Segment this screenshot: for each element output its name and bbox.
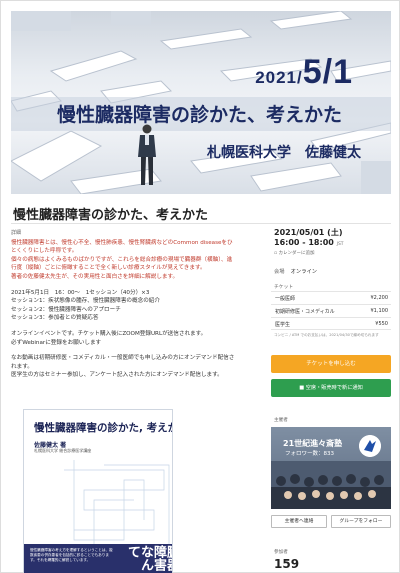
intro-line: 行度（縦軸）ごとに俯瞰することで全く新しい診療スタイルが見えてきます。 <box>11 265 206 272</box>
organizer-name: 21世紀進々斎塾 <box>283 439 343 448</box>
ticket-label: チケット <box>274 285 294 290</box>
intro-line: とくくりにした呼称です。 <box>11 248 78 255</box>
venue-value: オンライン <box>290 269 318 275</box>
seat-notify-button[interactable]: ■ 空席・販売時で新に通知 <box>271 379 391 397</box>
schedule-line: セッション1：疾状態像の腫存、慢性臓器障害の概念の紹介 <box>11 298 160 305</box>
venue-info: 会場 オンライン <box>274 267 317 275</box>
ticket-name: 医学生 <box>275 322 291 328</box>
schedule-line: セッション2：慢性臓器障害へのアプローチ <box>11 306 121 313</box>
calendar-icon: ▫ <box>274 251 278 256</box>
description-section-label: 詳細 <box>11 230 22 236</box>
payment-note: コンビニ / ATM でのお支払いは、2021/04/30で締め切られます <box>274 333 379 337</box>
ticket-name: 一般医師 <box>275 296 296 302</box>
calendar-link-label: カレンダーに追加 <box>278 251 315 256</box>
organizer-banner[interactable]: 21世紀進々斎塾 フォロワー数：833 <box>271 427 391 509</box>
hero-date: 2021/5/1 <box>255 53 353 92</box>
businessman-figure <box>138 124 156 185</box>
book-affiliation: 札幌医科大学 総合診療医学講座 <box>34 448 92 453</box>
schedule-line: 2021年5月1日 16：00～ 1セッション（40分）×3 <box>11 289 150 296</box>
intro-line: 個々の病態はよくみるものばかりですが、これらを総合診療の現場で臓器群（横軸）、進 <box>11 256 233 263</box>
venue-key: 会場 <box>274 269 285 275</box>
ticket-row: 医学生 ¥550 <box>271 317 391 329</box>
ticket-row: 初期研修医・コメディカル ¥1,100 <box>271 304 391 316</box>
event-timezone: JST <box>336 242 344 247</box>
ticket-price: ¥550 <box>375 321 388 327</box>
extra-line: れます。 <box>11 363 33 370</box>
title-divider <box>11 223 391 224</box>
apply-ticket-button[interactable]: チケットを申し込む <box>271 355 391 373</box>
intro-line: 慢性臓器障害とは、慢性心不全、慢性肺疾患、慢性腎臓病などのCommon dise… <box>11 239 233 246</box>
event-time-range: 16:00 - 18:00 <box>274 238 334 247</box>
hero-date-big: 5/1 <box>302 53 353 91</box>
add-to-calendar-link[interactable]: ▫ カレンダーに追加 <box>274 250 315 256</box>
book-big-text: 慢性臓器障害なんて <box>125 545 173 571</box>
hero-title: 慢性臓器障害の診かた、考えかた <box>57 104 343 126</box>
intro-line: 著者の佐藤健太先生が、その実用性と面白さを詳細に解説します。 <box>11 273 179 280</box>
extra-line: なお動画は初期研修医・コメディカル・一般医師でも申し込みの方にオンデマンド配信さ <box>11 355 235 362</box>
event-date: 2021/05/01 (土) <box>274 228 343 237</box>
ticket-table-bottom <box>271 329 391 330</box>
ticket-price: ¥1,100 <box>370 308 389 314</box>
page-frame: 2021/5/1 慢性臓器障害の診かた、考えかた 札幌医科大学 佐藤健太 慢性臓… <box>0 0 400 573</box>
book-title: 慢性臓器障害の診かた, 考えかた <box>34 422 172 434</box>
book-cover-graphic <box>64 460 170 546</box>
participants-count: 159 <box>274 557 300 571</box>
online-line: オンラインイベントです。チケット購入後にZOOM登録URLが送信されます。 <box>11 330 207 337</box>
organizer-label: 主催者 <box>274 418 288 423</box>
organizer-followers: フォロワー数：833 <box>285 451 334 457</box>
book-band-text: 慢性臓器障害の考え方を理解するということは、複数疾患の併存患者を包括的に診ること… <box>30 548 113 562</box>
hero-banner: 2021/5/1 慢性臓器障害の診かた、考えかた 札幌医科大学 佐藤健太 <box>11 11 391 194</box>
hero-date-prefix: 2021/ <box>255 68 303 87</box>
group-photo <box>271 461 391 509</box>
ticket-name: 初期研修医・コメディカル <box>275 309 335 315</box>
follow-group-button[interactable]: グループをフォロー <box>331 515 391 528</box>
event-title: 慢性臓器障害の診かた、考えかた <box>13 208 209 223</box>
hero-subtitle: 札幌医科大学 佐藤健太 <box>207 145 361 161</box>
online-line: 必ずWebinarに登録をお願いします <box>11 339 102 346</box>
event-time: 16:00 - 18:00 JST <box>274 238 344 247</box>
schedule-line: セッション3：参加者との質疑応答 <box>11 315 99 322</box>
ticket-row: 一般医師 ¥2,200 <box>271 291 391 303</box>
contact-organizer-button[interactable]: 主催者へ連絡 <box>271 515 327 528</box>
event-description: 詳細 慢性臓器障害とは、慢性心不全、慢性肺疾患、慢性腎臓病などのCommon d… <box>11 229 267 380</box>
organizer-logo-icon <box>359 435 381 457</box>
participants-label: 参加者 <box>274 550 288 555</box>
extra-line: 医学生の方はセミナー参加し、アンケート記入された方にオンデマンド配信します。 <box>11 372 223 379</box>
book-cover: 慢性臓器障害の診かた, 考えかた 佐藤健太 著 札幌医科大学 総合診療医学講座 … <box>23 409 173 573</box>
ticket-price: ¥2,200 <box>370 295 389 301</box>
